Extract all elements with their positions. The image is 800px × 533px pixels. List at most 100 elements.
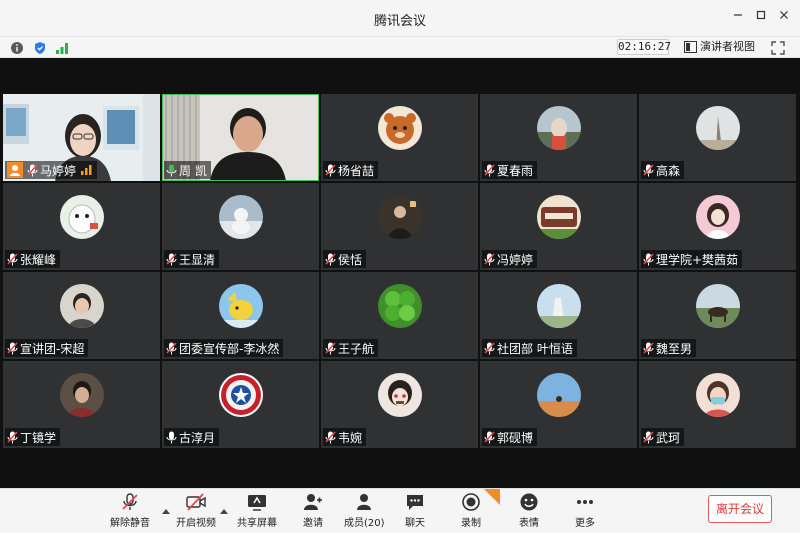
speaker-view-label: 演讲者视图	[700, 40, 755, 53]
participant-tile[interactable]: 侯恬	[321, 183, 478, 270]
unmute-button[interactable]: 解除静音	[108, 492, 152, 532]
participant-nametag: 冯婷婷	[482, 250, 538, 268]
maximize-icon[interactable]	[750, 8, 772, 28]
mic-muted-icon	[325, 430, 336, 443]
invite-button[interactable]: 邀请	[296, 492, 330, 532]
participant-tile[interactable]: 马婷婷	[3, 94, 160, 181]
participant-nametag: 王显清	[164, 250, 220, 268]
participant-nametag: 武珂	[641, 428, 685, 446]
participant-name: 夏春雨	[497, 163, 534, 178]
participant-tile[interactable]: 王子航	[321, 272, 478, 359]
record-label: 录制	[461, 518, 481, 529]
chat-icon	[407, 495, 423, 510]
participant-name: 张耀峰	[20, 252, 57, 267]
participant-tile[interactable]: 杨省喆	[321, 94, 478, 181]
fullscreen-icon[interactable]	[771, 40, 785, 55]
mic-muted-icon	[27, 163, 38, 176]
meeting-toolbar: 解除静音 开启视频 共享屏幕 邀请 成员(20) 聊天 录制 表情 更多 离开会…	[0, 488, 800, 533]
mic-muted-icon	[643, 252, 654, 265]
participant-tile[interactable]: 武珂	[639, 361, 796, 448]
leave-meeting-button[interactable]: 离开会议	[708, 495, 772, 523]
participant-tile[interactable]: 郭砚博	[480, 361, 637, 448]
participant-name: 团委宣传部-李冰然	[179, 341, 280, 356]
participant-avatar	[696, 195, 740, 239]
participant-tile[interactable]: 团委宣传部-李冰然	[162, 272, 319, 359]
participant-nametag: 韦婉	[323, 428, 367, 446]
emoji-icon	[520, 493, 538, 511]
chat-button[interactable]: 聊天	[400, 492, 430, 532]
video-options-caret-icon[interactable]	[220, 499, 228, 514]
participant-nametag: 张耀峰	[5, 250, 61, 268]
participant-avatar	[696, 284, 740, 328]
participant-nametag: 马婷婷	[5, 161, 98, 179]
participant-tile[interactable]: 张耀峰	[3, 183, 160, 270]
participant-tile[interactable]: 理学院+樊茜茹	[639, 183, 796, 270]
participant-name: 武珂	[656, 430, 681, 445]
participant-tile[interactable]: 宣讲团-宋超	[3, 272, 160, 359]
start-video-button[interactable]: 开启视频	[174, 492, 218, 532]
mic-muted-icon	[7, 252, 18, 265]
participant-avatar	[378, 373, 422, 417]
start-video-label: 开启视频	[176, 518, 216, 529]
participant-nametag: 高森	[641, 161, 685, 179]
mic-muted-icon	[484, 430, 495, 443]
audio-options-caret-icon[interactable]	[162, 499, 170, 514]
participant-name: 侯恬	[338, 252, 363, 267]
participant-tile[interactable]: 夏春雨	[480, 94, 637, 181]
participant-avatar	[60, 373, 104, 417]
participant-tile[interactable]: 周 凯	[162, 94, 319, 181]
participant-avatar	[219, 195, 263, 239]
add-user-icon	[304, 494, 322, 510]
participant-tile[interactable]: 丁镜学	[3, 361, 160, 448]
participant-nametag: 魏至男	[641, 339, 697, 357]
signal-icon[interactable]	[55, 40, 69, 54]
participant-tile[interactable]: 古淳月	[162, 361, 319, 448]
shield-icon[interactable]	[33, 40, 47, 54]
more-label: 更多	[575, 518, 595, 529]
mic-muted-icon	[484, 341, 495, 354]
mic-muted-icon	[643, 163, 654, 176]
window-title: 腾讯会议	[373, 14, 426, 29]
meeting-timer: 02:16:27	[617, 39, 671, 55]
participant-avatar	[696, 373, 740, 417]
participant-avatar	[219, 373, 263, 417]
participant-tile[interactable]: 韦婉	[321, 361, 478, 448]
participant-tile[interactable]: 魏至男	[639, 272, 796, 359]
record-icon	[462, 493, 480, 511]
more-button[interactable]: 更多	[570, 492, 600, 532]
participant-name: 郭砚博	[497, 430, 534, 445]
mic-muted-icon	[643, 341, 654, 354]
participant-avatar	[378, 106, 422, 150]
mic-muted-icon	[166, 252, 177, 265]
participant-avatar	[378, 284, 422, 328]
participant-nametag: 团委宣传部-李冰然	[164, 339, 284, 357]
participant-avatar	[537, 195, 581, 239]
participant-name: 韦婉	[338, 430, 363, 445]
reactions-button[interactable]: 表情	[514, 492, 544, 532]
participant-name: 理学院+樊茜茹	[656, 252, 739, 267]
participant-avatar	[537, 284, 581, 328]
close-icon[interactable]	[773, 8, 795, 28]
mic-muted-icon	[484, 252, 495, 265]
speaker-view-button[interactable]: 演讲者视图	[684, 39, 755, 55]
participant-tile[interactable]: 高森	[639, 94, 796, 181]
participant-name: 古淳月	[179, 430, 216, 445]
share-screen-button[interactable]: 共享屏幕	[236, 492, 278, 532]
members-button[interactable]: 成员(20)	[344, 492, 385, 532]
members-icon	[357, 494, 371, 510]
info-icon[interactable]	[10, 40, 24, 54]
participant-tile[interactable]: 社团部 叶恒语	[480, 272, 637, 359]
participant-tile[interactable]: 冯婷婷	[480, 183, 637, 270]
participant-tile[interactable]: 王显清	[162, 183, 319, 270]
participant-name: 高森	[656, 163, 681, 178]
mic-muted-icon	[325, 341, 336, 354]
participant-name: 宣讲团-宋超	[20, 341, 85, 356]
mic-muted-icon	[325, 252, 336, 265]
reactions-label: 表情	[519, 518, 539, 529]
participant-nametag: 夏春雨	[482, 161, 538, 179]
participant-name: 社团部 叶恒语	[497, 341, 573, 356]
record-button[interactable]: 录制	[456, 492, 486, 532]
participant-nametag: 侯恬	[323, 250, 367, 268]
participant-name: 马婷婷	[40, 163, 77, 178]
minimize-icon[interactable]	[727, 8, 749, 28]
